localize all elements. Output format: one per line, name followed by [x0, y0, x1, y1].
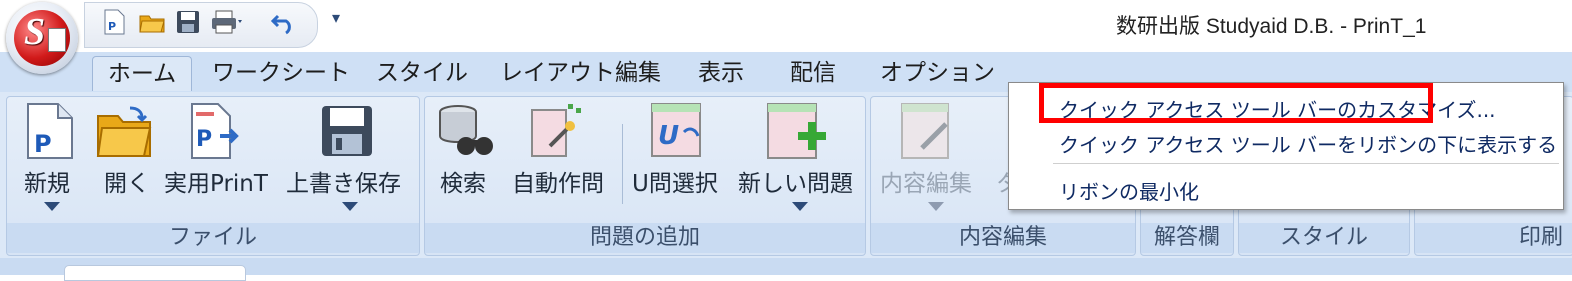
new-problem-dropdown-arrow-icon[interactable]	[792, 202, 808, 211]
menu-item-minimize-ribbon[interactable]: リボンの最小化	[1059, 176, 1199, 205]
search-binoculars-icon[interactable]	[436, 102, 498, 160]
open-folder-icon[interactable]	[138, 8, 166, 36]
highlight-box	[1039, 83, 1433, 123]
save-dropdown-arrow-icon[interactable]	[342, 202, 358, 211]
svg-text:U: U	[658, 121, 679, 151]
tab-home[interactable]: ホーム	[92, 56, 192, 91]
group-label-file: ファイル	[7, 223, 419, 253]
save-icon[interactable]	[174, 8, 202, 36]
auto-generate-icon[interactable]	[528, 102, 584, 160]
auto-generate-button-label[interactable]: 自動作問	[512, 164, 604, 198]
print-icon[interactable]	[210, 8, 246, 36]
practical-print-button-label[interactable]: 実用PrinT	[164, 164, 268, 198]
tab-worksheet[interactable]: ワークシート	[212, 56, 350, 90]
group-label-add-problem: 問題の追加	[425, 223, 865, 253]
content-edit-button-label[interactable]: 内容編集	[880, 164, 972, 198]
u-problem-select-icon[interactable]: U	[650, 102, 706, 160]
doc-overlay-icon	[48, 28, 66, 52]
new-dropdown-arrow-icon[interactable]	[44, 202, 60, 211]
qat-context-menu: クイック アクセス ツール バーのカスタマイズ... クイック アクセス ツール…	[1008, 82, 1564, 210]
search-button-label[interactable]: 検索	[440, 164, 486, 198]
undo-icon[interactable]	[270, 8, 298, 36]
application-menu-button[interactable]: S	[6, 2, 78, 74]
group-label-style: スタイル	[1239, 223, 1409, 253]
content-edit-icon[interactable]	[900, 102, 956, 160]
document-tab[interactable]	[64, 265, 246, 281]
new-problem-icon[interactable]	[766, 102, 828, 160]
content-edit-dropdown-arrow-icon[interactable]	[928, 202, 944, 211]
svg-text:P: P	[34, 130, 52, 158]
tab-layout-edit[interactable]: レイアウト編集	[500, 56, 661, 90]
group-separator	[622, 124, 623, 204]
tab-view[interactable]: 表示	[698, 56, 744, 90]
new-doc-icon[interactable]: P	[100, 8, 128, 36]
new-document-icon[interactable]: P	[22, 102, 78, 160]
new-button-label[interactable]: 新規	[24, 164, 70, 198]
menu-item-show-qat-below-ribbon[interactable]: クイック アクセス ツール バーをリボンの下に表示する	[1059, 129, 1557, 158]
tab-style[interactable]: スタイル	[376, 56, 468, 90]
new-problem-button-label[interactable]: 新しい問題	[738, 164, 853, 198]
group-label-print: 印刷	[1415, 223, 1572, 253]
save-large-icon[interactable]	[320, 102, 376, 160]
u-problem-select-button-label[interactable]: U問選択	[632, 164, 718, 198]
svg-text:P: P	[108, 20, 116, 33]
svg-text:P: P	[196, 127, 212, 152]
open-folder-large-icon[interactable]	[96, 102, 152, 160]
tab-distribution[interactable]: 配信	[790, 56, 836, 90]
window-title: 数研出版 Studyaid D.B. - PrinT_1	[1116, 15, 1427, 38]
group-label-answer-field: 解答欄	[1141, 223, 1233, 253]
menu-separator	[1053, 163, 1559, 164]
qat-customize-dropdown-icon[interactable]: ▾	[332, 8, 340, 27]
overwrite-save-button-label[interactable]: 上書き保存	[286, 164, 401, 198]
group-label-content-edit: 内容編集	[871, 223, 1135, 253]
practical-print-icon[interactable]: P	[186, 102, 242, 160]
tab-options[interactable]: オプション	[880, 56, 995, 90]
app-logo-letter: S	[24, 11, 46, 53]
open-button-label[interactable]: 開く	[104, 164, 150, 198]
